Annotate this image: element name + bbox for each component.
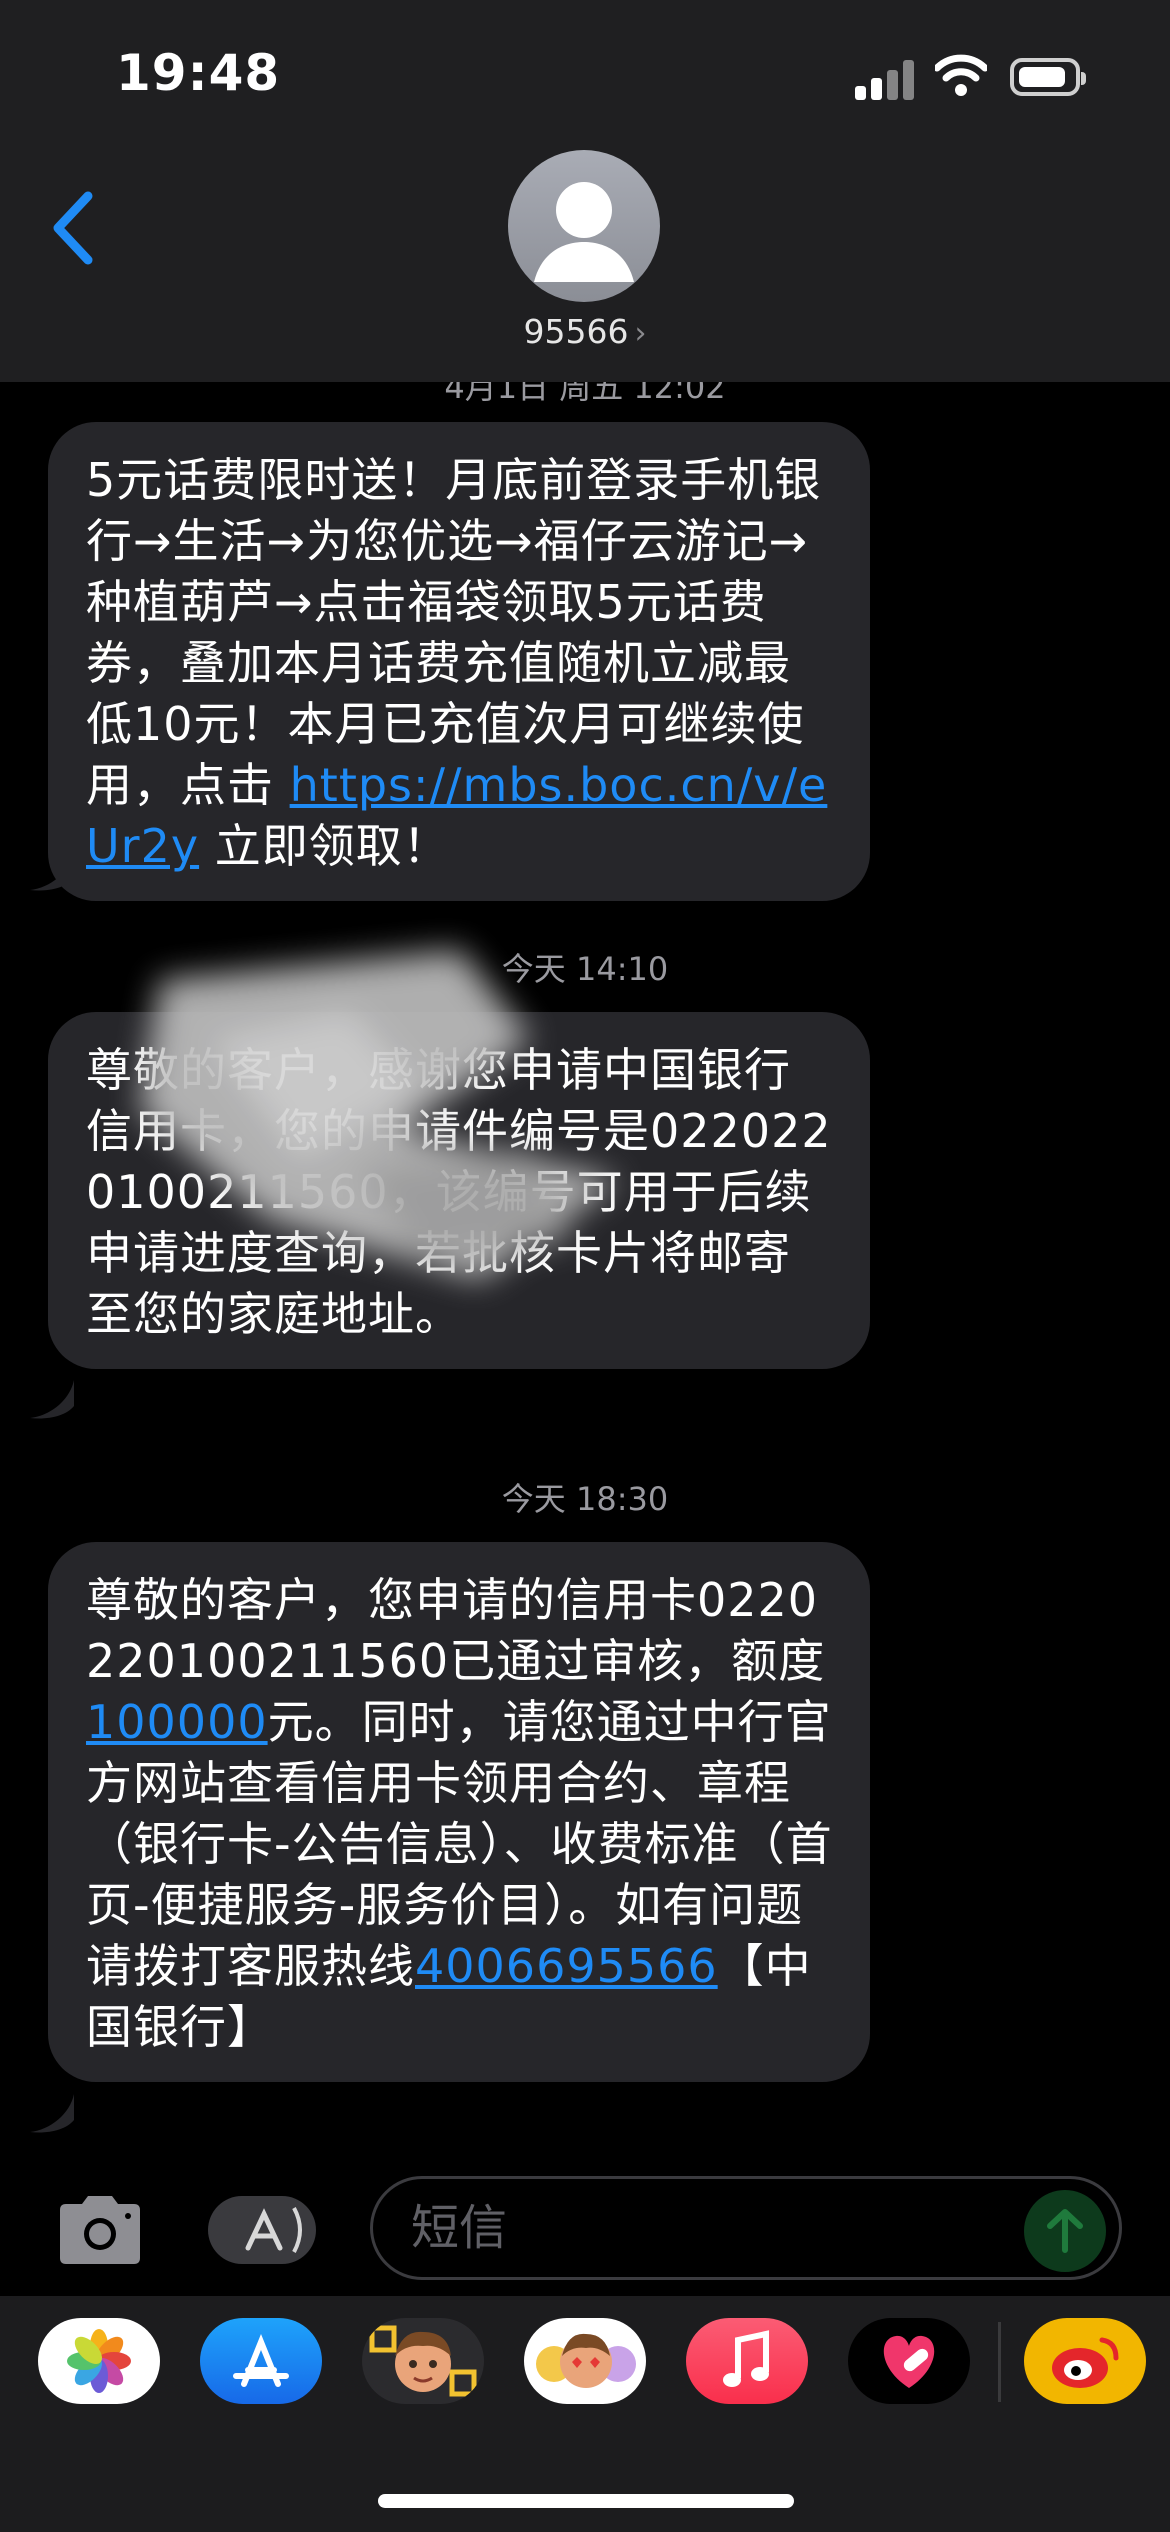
message-input[interactable]	[409, 2197, 1013, 2259]
message-bubble[interactable]: 尊敬的客户，您申请的信用卡0220220100211560已通过审核，额度100…	[48, 1542, 870, 2082]
fitness-heart-icon	[883, 2335, 935, 2388]
wifi-icon	[935, 54, 987, 96]
chevron-right-icon: ›	[634, 316, 647, 351]
app-store-icon	[233, 2334, 289, 2387]
amount-link[interactable]: 100000	[86, 1695, 268, 1749]
photos-icon	[67, 2329, 131, 2393]
send-arrow-icon	[1047, 2209, 1083, 2253]
camera-icon[interactable]	[54, 2192, 146, 2266]
bubble-tail	[30, 2094, 74, 2133]
send-button[interactable]	[1024, 2190, 1106, 2272]
battery-icon	[1010, 58, 1086, 96]
status-time: 19:48	[116, 44, 281, 102]
music-icon	[723, 2330, 769, 2387]
photos-app-button[interactable]	[38, 2318, 160, 2404]
tray-divider	[998, 2322, 1001, 2402]
cellular-signal-icon	[855, 58, 915, 100]
memoji-app-button[interactable]	[362, 2318, 484, 2404]
memoji-icon	[369, 2325, 477, 2397]
weibo-icon	[1052, 2337, 1119, 2388]
app-store-app-button[interactable]	[200, 2318, 322, 2404]
app-drawer-button[interactable]	[208, 2196, 316, 2264]
person-icon	[534, 182, 634, 282]
message-bubble[interactable]: 5元话费限时送！月底前登录手机银行→生活→为您优选→福仔云游记→种植葫芦→点击福…	[48, 422, 870, 901]
weibo-app-button[interactable]	[1024, 2318, 1146, 2404]
back-chevron-icon[interactable]	[48, 188, 98, 268]
home-indicator[interactable]	[378, 2494, 794, 2508]
message-input-field[interactable]	[370, 2176, 1122, 2280]
redaction-scribble	[140, 950, 620, 1280]
music-app-button[interactable]	[686, 2318, 808, 2404]
bubble-tail	[30, 852, 74, 891]
contact-avatar[interactable]	[508, 150, 660, 302]
message-timestamp: 今天 18:30	[501, 1480, 669, 1518]
animoji-icon	[536, 2333, 636, 2388]
bubble-tail	[30, 1380, 74, 1419]
fitness-app-button[interactable]	[848, 2318, 970, 2404]
contact-name[interactable]: 95566 ›	[0, 312, 1170, 351]
phone-link[interactable]: 4006695566	[415, 1939, 718, 1993]
animoji-app-button[interactable]	[524, 2318, 646, 2404]
app-store-a-icon	[245, 2207, 302, 2253]
